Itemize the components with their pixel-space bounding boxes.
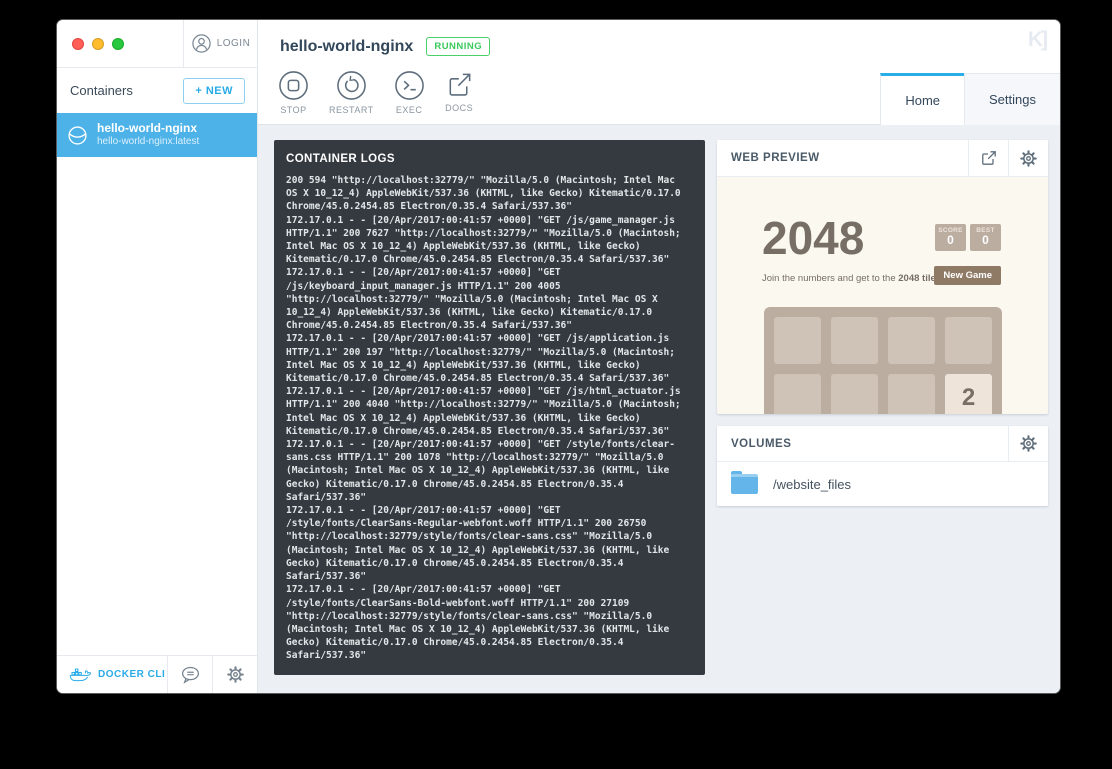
- feedback-button[interactable]: [167, 656, 212, 693]
- sidebar-empty-area: [57, 157, 257, 655]
- containers-header: Containers + NEW: [57, 68, 257, 113]
- web-preview-header: WEB PREVIEW: [717, 140, 1048, 177]
- sidebar: LOGIN Containers + NEW hello-world-nginx…: [57, 20, 258, 693]
- status-badge: RUNNING: [426, 37, 490, 56]
- grid-cell: [831, 374, 878, 414]
- game-scores: SCORE 0 BEST 0: [935, 224, 1001, 251]
- game-grid: 2: [764, 307, 1002, 414]
- main-header: hello-world-nginx RUNNING K] STOP: [258, 20, 1060, 125]
- sidebar-item-container[interactable]: hello-world-nginx hello-world-nginx:late…: [57, 113, 257, 157]
- sidebar-footer: DOCKER CLI: [57, 655, 257, 693]
- main-area: hello-world-nginx RUNNING K] STOP: [258, 20, 1060, 693]
- exec-terminal-icon: [394, 70, 425, 101]
- tab-home[interactable]: Home: [880, 73, 964, 125]
- container-name: hello-world-nginx: [97, 121, 199, 136]
- volumes-settings-button[interactable]: [1008, 426, 1048, 461]
- grid-cell: [945, 317, 992, 364]
- open-preview-button[interactable]: [968, 140, 1008, 176]
- gear-icon: [1020, 150, 1037, 167]
- game-tile-2: 2: [945, 374, 992, 414]
- container-image-tag: hello-world-nginx:latest: [97, 136, 199, 149]
- exec-button[interactable]: EXEC: [394, 70, 425, 115]
- user-icon: [191, 33, 212, 54]
- container-logs-title: CONTAINER LOGS: [286, 153, 695, 165]
- game-subtitle: Join the numbers and get to the 2048 til…: [762, 273, 939, 284]
- grid-cell: [831, 317, 878, 364]
- docs-label: DOCS: [445, 103, 473, 113]
- close-window-button[interactable]: [72, 38, 84, 50]
- page-title: hello-world-nginx: [280, 38, 413, 56]
- web-preview-frame[interactable]: 2048 SCORE 0 BEST 0 Join the numbers a: [717, 177, 1048, 414]
- minimize-window-button[interactable]: [92, 38, 104, 50]
- best-value: 0: [982, 234, 989, 247]
- container-item-text: hello-world-nginx hello-world-nginx:late…: [97, 121, 199, 149]
- volumes-header: VOLUMES: [717, 426, 1048, 462]
- grid-cell: [888, 317, 935, 364]
- toolbar: STOP RESTART: [278, 70, 474, 115]
- stop-label: STOP: [280, 105, 306, 115]
- folder-icon: [731, 474, 758, 494]
- docker-cli-button[interactable]: DOCKER CLI: [57, 656, 167, 693]
- stop-icon: [278, 70, 309, 101]
- stop-button[interactable]: STOP: [278, 70, 309, 115]
- web-preview-title: WEB PREVIEW: [717, 140, 968, 176]
- tab-settings[interactable]: Settings: [964, 73, 1060, 125]
- preferences-button[interactable]: [212, 656, 257, 693]
- grid-cell: [774, 317, 821, 364]
- tab-bar: Home Settings: [880, 73, 1060, 125]
- preview-settings-button[interactable]: [1008, 140, 1048, 176]
- login-label: LOGIN: [217, 38, 251, 49]
- grid-cell: [774, 374, 821, 414]
- new-game-button[interactable]: New Game: [934, 266, 1001, 285]
- volume-row[interactable]: /website_files: [717, 462, 1048, 506]
- score-value: 0: [947, 234, 954, 247]
- exec-label: EXEC: [396, 105, 423, 115]
- game-title: 2048: [762, 211, 864, 265]
- kitematic-logo: K]: [1028, 28, 1046, 52]
- sidebar-titlebar: LOGIN: [57, 20, 257, 68]
- web-preview-panel: WEB PREVIEW: [717, 140, 1048, 414]
- restart-icon: [336, 70, 367, 101]
- content-area: CONTAINER LOGS 200 594 "http://localhost…: [258, 125, 1060, 693]
- volume-path: /website_files: [773, 477, 851, 492]
- grid-cell: [888, 374, 935, 414]
- zoom-window-button[interactable]: [112, 38, 124, 50]
- gear-icon: [1020, 435, 1037, 452]
- docker-whale-icon: [69, 666, 91, 683]
- score-badge: SCORE 0: [935, 224, 966, 251]
- best-badge: BEST 0: [970, 224, 1001, 251]
- containers-section-title: Containers: [70, 83, 133, 98]
- chat-bubble-icon: [180, 665, 201, 684]
- restart-label: RESTART: [329, 105, 374, 115]
- container-logs-text: 200 594 "http://localhost:32779/" "Mozil…: [286, 174, 695, 663]
- login-button[interactable]: LOGIN: [183, 20, 257, 67]
- container-logs-panel[interactable]: CONTAINER LOGS 200 594 "http://localhost…: [274, 140, 705, 675]
- kitematic-window: LOGIN Containers + NEW hello-world-nginx…: [57, 20, 1060, 693]
- external-link-icon: [981, 150, 997, 166]
- docs-button[interactable]: DOCS: [445, 70, 474, 115]
- volumes-title: VOLUMES: [717, 426, 1008, 461]
- container-status-icon: [67, 125, 88, 146]
- right-column: WEB PREVIEW: [717, 140, 1048, 506]
- external-link-icon: [445, 70, 474, 99]
- gear-icon: [227, 666, 244, 683]
- volumes-panel: VOLUMES /w: [717, 426, 1048, 506]
- new-container-button[interactable]: + NEW: [183, 78, 245, 104]
- traffic-lights: [57, 20, 183, 67]
- restart-button[interactable]: RESTART: [329, 70, 374, 115]
- docker-cli-label: DOCKER CLI: [98, 669, 165, 680]
